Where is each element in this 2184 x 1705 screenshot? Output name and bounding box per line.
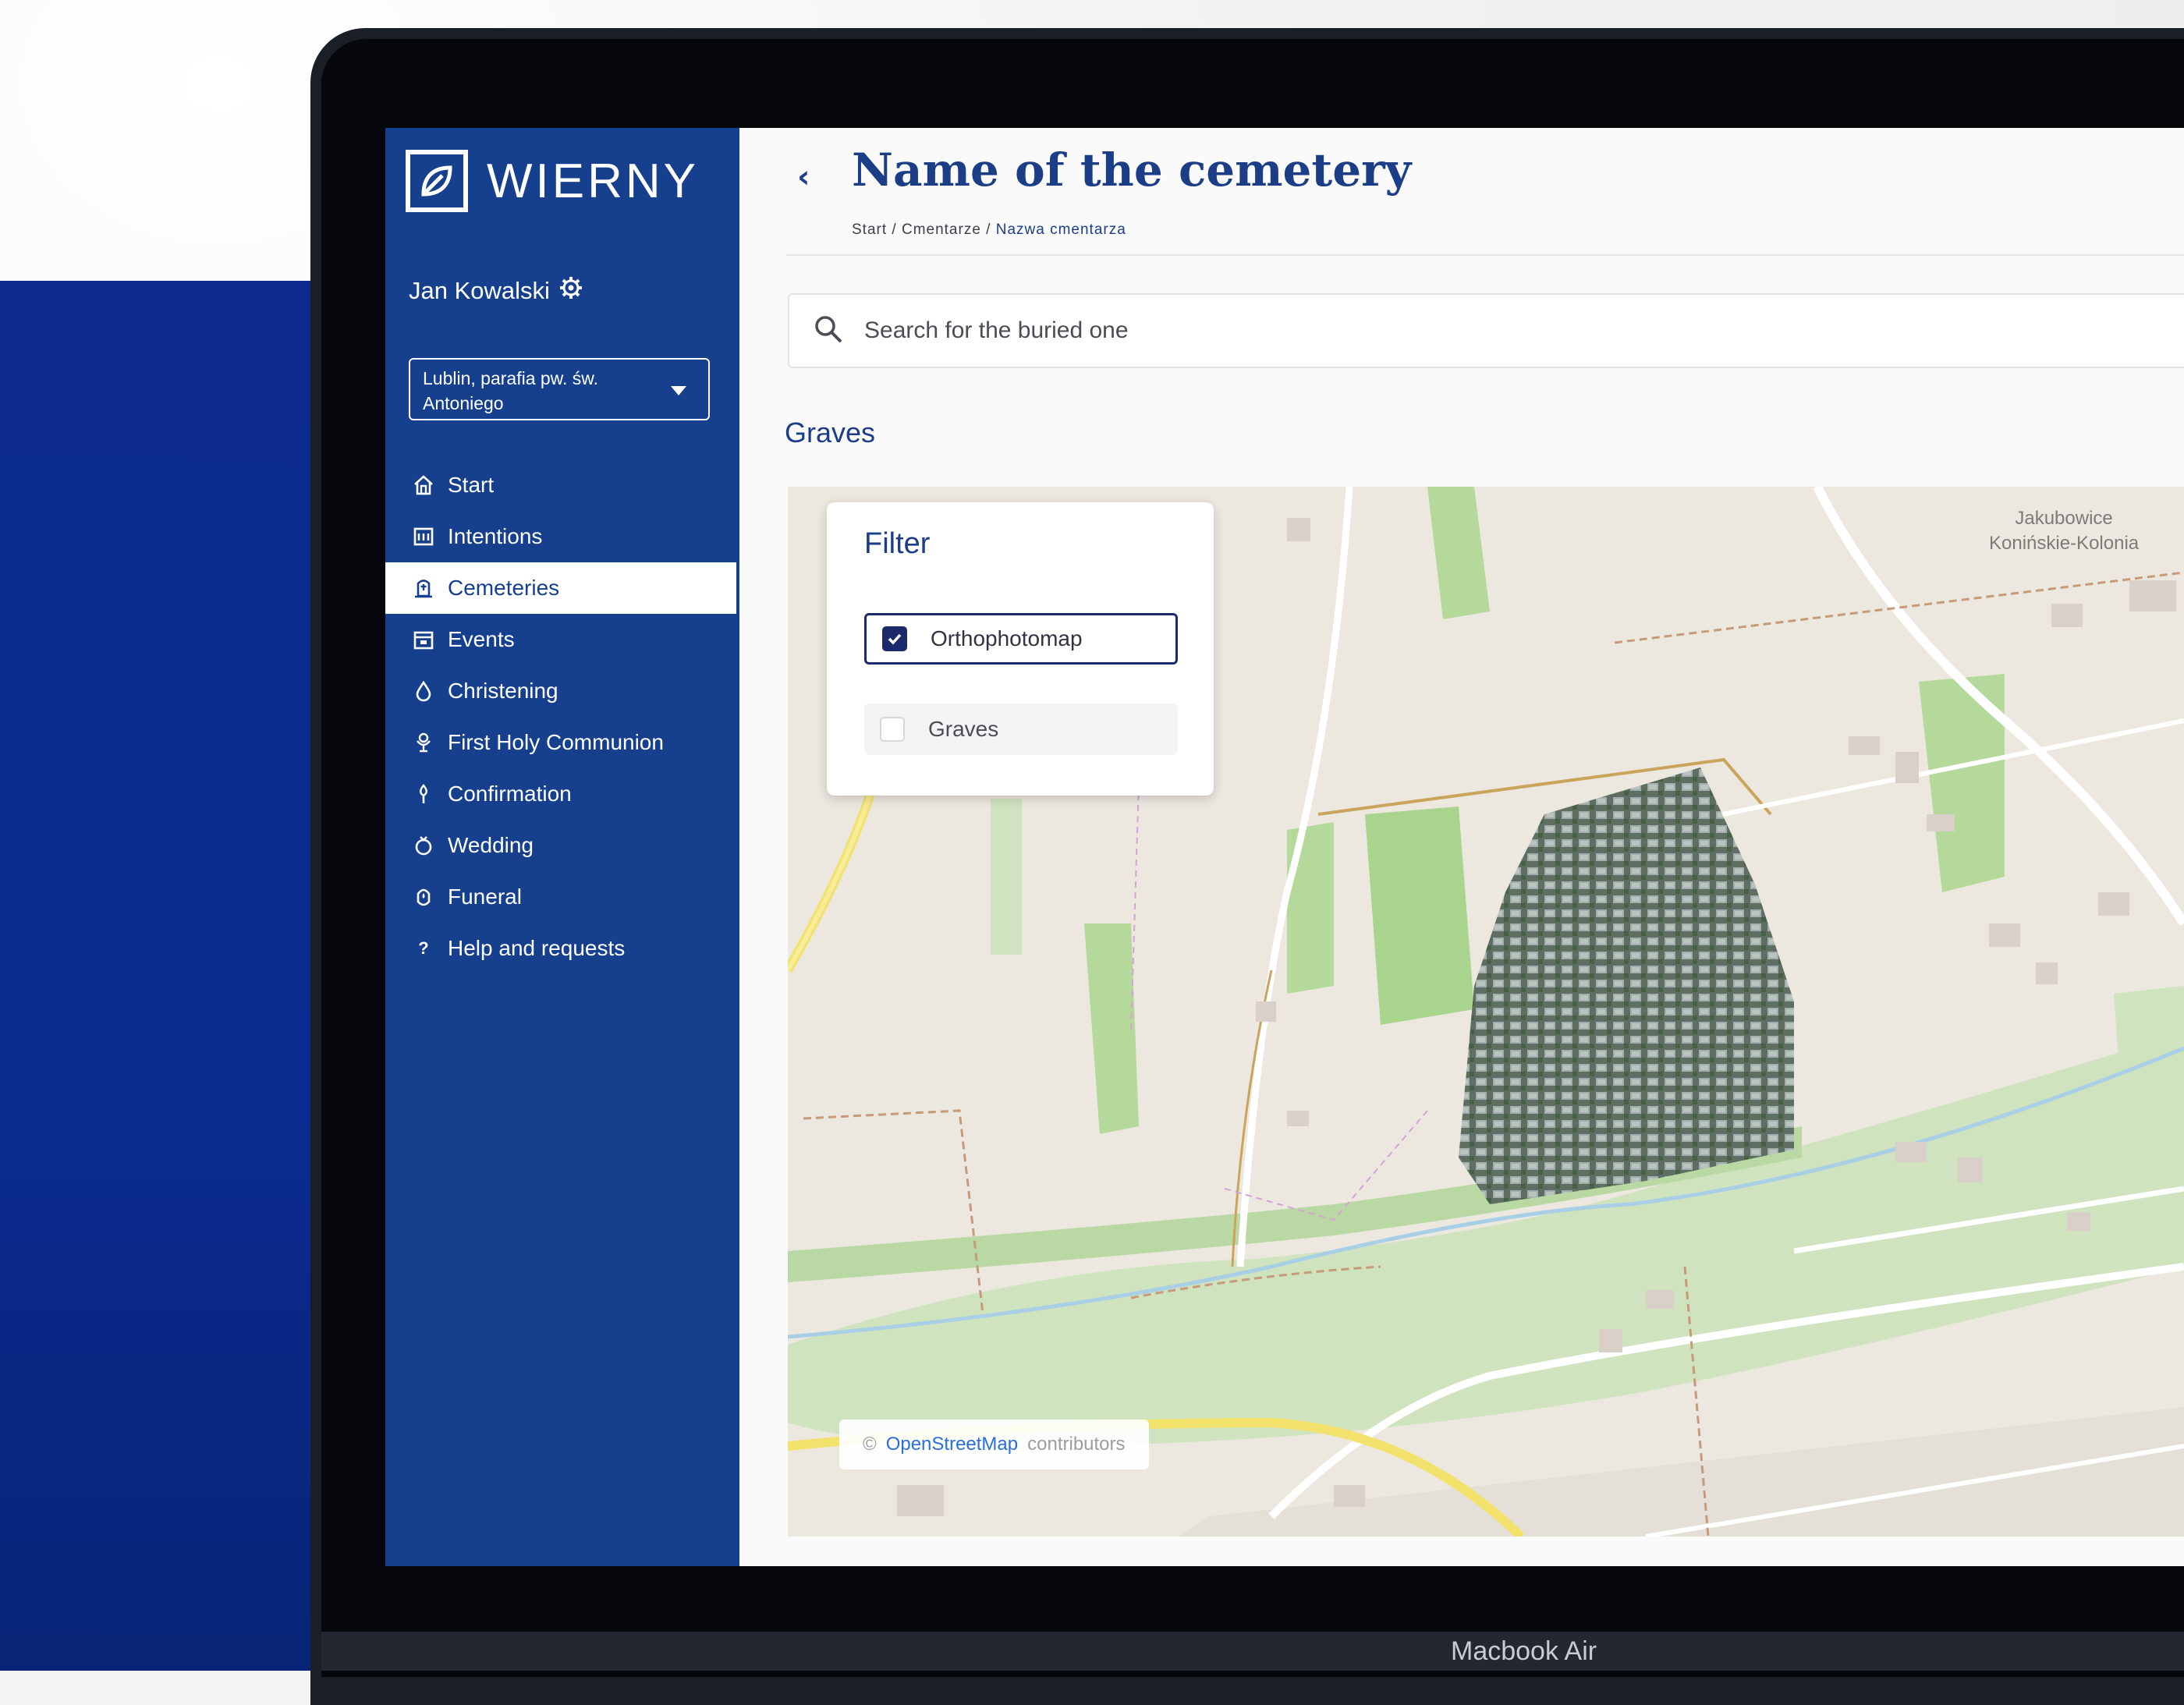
sidebar-item-confirmation[interactable]: Confirmation bbox=[385, 768, 739, 820]
flame-icon bbox=[412, 782, 435, 806]
map[interactable]: Jakubowice Konińskie-Kolonia Filter Orth… bbox=[788, 487, 2184, 1537]
rings-icon bbox=[412, 834, 435, 857]
page-title: Name of the cemetery bbox=[852, 144, 1412, 197]
parish-select[interactable]: Lublin, parafia pw. św. Antoniego bbox=[409, 358, 710, 420]
sidebar-item-label: Cemeteries bbox=[448, 576, 560, 600]
copyright-symbol: © bbox=[863, 1434, 877, 1455]
breadcrumb: Start / Cmentarze / Nazwa cmentarza bbox=[852, 222, 1126, 239]
sidebar-nav: Start Intentions Cemeteries Events Chris… bbox=[385, 459, 739, 974]
section-title: Graves bbox=[785, 417, 876, 448]
map-place-name-1: Jakubowice bbox=[2015, 508, 2113, 529]
chalice-icon bbox=[412, 731, 435, 754]
question-icon: ? bbox=[418, 938, 429, 958]
sidebar-item-cemeteries[interactable]: Cemeteries bbox=[385, 562, 736, 614]
sidebar-item-label: Intentions bbox=[448, 524, 543, 548]
sidebar-item-intentions[interactable]: Intentions bbox=[385, 511, 739, 562]
attribution-text: contributors bbox=[1027, 1434, 1126, 1455]
drop-icon bbox=[412, 679, 435, 703]
sidebar-item-label: Start bbox=[448, 473, 495, 497]
background-blue-panel bbox=[0, 281, 312, 1671]
check-icon bbox=[888, 633, 902, 645]
user-name: Jan Kowalski bbox=[409, 277, 550, 304]
sidebar-item-events[interactable]: Events bbox=[385, 614, 739, 665]
sidebar-item-start[interactable]: Start bbox=[385, 459, 739, 511]
logo-text: WIERNY bbox=[487, 154, 699, 208]
filter-option-orthophotomap[interactable]: Orthophotomap bbox=[864, 613, 1178, 665]
user-profile[interactable]: Jan Kowalski bbox=[409, 276, 583, 306]
event-icon bbox=[412, 628, 435, 651]
parish-select-value: Lublin, parafia pw. św. Antoniego bbox=[423, 368, 599, 413]
filter-panel: Filter Orthophotomap Graves bbox=[827, 502, 1214, 796]
filter-option-graves[interactable]: Graves bbox=[864, 704, 1178, 755]
sidebar-item-funeral[interactable]: Funeral bbox=[385, 871, 739, 923]
logo-leaf-icon bbox=[406, 150, 468, 212]
sidebar-item-help-and-requests[interactable]: ? Help and requests bbox=[385, 923, 739, 974]
app-screen: WIERNY Jan Kowalski Lublin, parafia pw. … bbox=[385, 128, 2184, 1566]
breadcrumb-separator: / bbox=[892, 222, 902, 238]
map-place-name-2: Konińskie-Kolonia bbox=[1989, 533, 2140, 554]
search-icon bbox=[813, 314, 844, 348]
search-bar[interactable] bbox=[788, 293, 2184, 368]
sidebar-item-label: Christening bbox=[448, 679, 558, 703]
sidebar-item-label: First Holy Communion bbox=[448, 730, 664, 754]
calendar-list-icon bbox=[412, 525, 435, 548]
gear-icon[interactable] bbox=[559, 276, 583, 306]
breadcrumb-current: Nazwa cmentarza bbox=[995, 222, 1126, 238]
laptop-chin bbox=[321, 1632, 2184, 1671]
map-attribution: © OpenStreetMap contributors bbox=[839, 1420, 1149, 1469]
candle-icon bbox=[412, 885, 435, 909]
breadcrumb-start[interactable]: Start bbox=[852, 222, 887, 238]
openstreetmap-link[interactable]: OpenStreetMap bbox=[886, 1434, 1018, 1455]
filter-option-label: Graves bbox=[928, 717, 999, 741]
filter-option-label: Orthophotomap bbox=[931, 626, 1083, 650]
sidebar-item-label: Events bbox=[448, 627, 515, 651]
chevron-down-icon bbox=[671, 386, 686, 395]
breadcrumb-separator: / bbox=[986, 222, 996, 238]
back-chevron-icon[interactable]: ‹ bbox=[797, 159, 810, 195]
sidebar-item-christening[interactable]: Christening bbox=[385, 665, 739, 717]
sidebar-item-label: Help and requests bbox=[448, 936, 626, 960]
checkbox-checked[interactable] bbox=[882, 626, 907, 651]
home-icon bbox=[412, 473, 435, 497]
device-label: Macbook Air bbox=[1451, 1636, 1597, 1666]
sidebar-item-label: Wedding bbox=[448, 833, 534, 857]
sidebar-item-label: Funeral bbox=[448, 884, 522, 909]
search-input[interactable] bbox=[863, 317, 2036, 345]
logo[interactable]: WIERNY bbox=[406, 150, 699, 212]
sidebar-item-first-holy-communion[interactable]: First Holy Communion bbox=[385, 717, 739, 768]
header-divider bbox=[786, 254, 2184, 256]
checkbox-unchecked[interactable] bbox=[880, 717, 905, 742]
sidebar-item-label: Confirmation bbox=[448, 782, 572, 806]
sidebar: WIERNY Jan Kowalski Lublin, parafia pw. … bbox=[385, 128, 739, 1566]
sidebar-item-wedding[interactable]: Wedding bbox=[385, 820, 739, 871]
tombstone-icon bbox=[412, 576, 435, 600]
breadcrumb-cemeteries[interactable]: Cmentarze bbox=[902, 222, 981, 238]
map-place-label: Jakubowice Konińskie-Kolonia bbox=[1989, 506, 2139, 556]
filter-title: Filter bbox=[864, 527, 931, 560]
